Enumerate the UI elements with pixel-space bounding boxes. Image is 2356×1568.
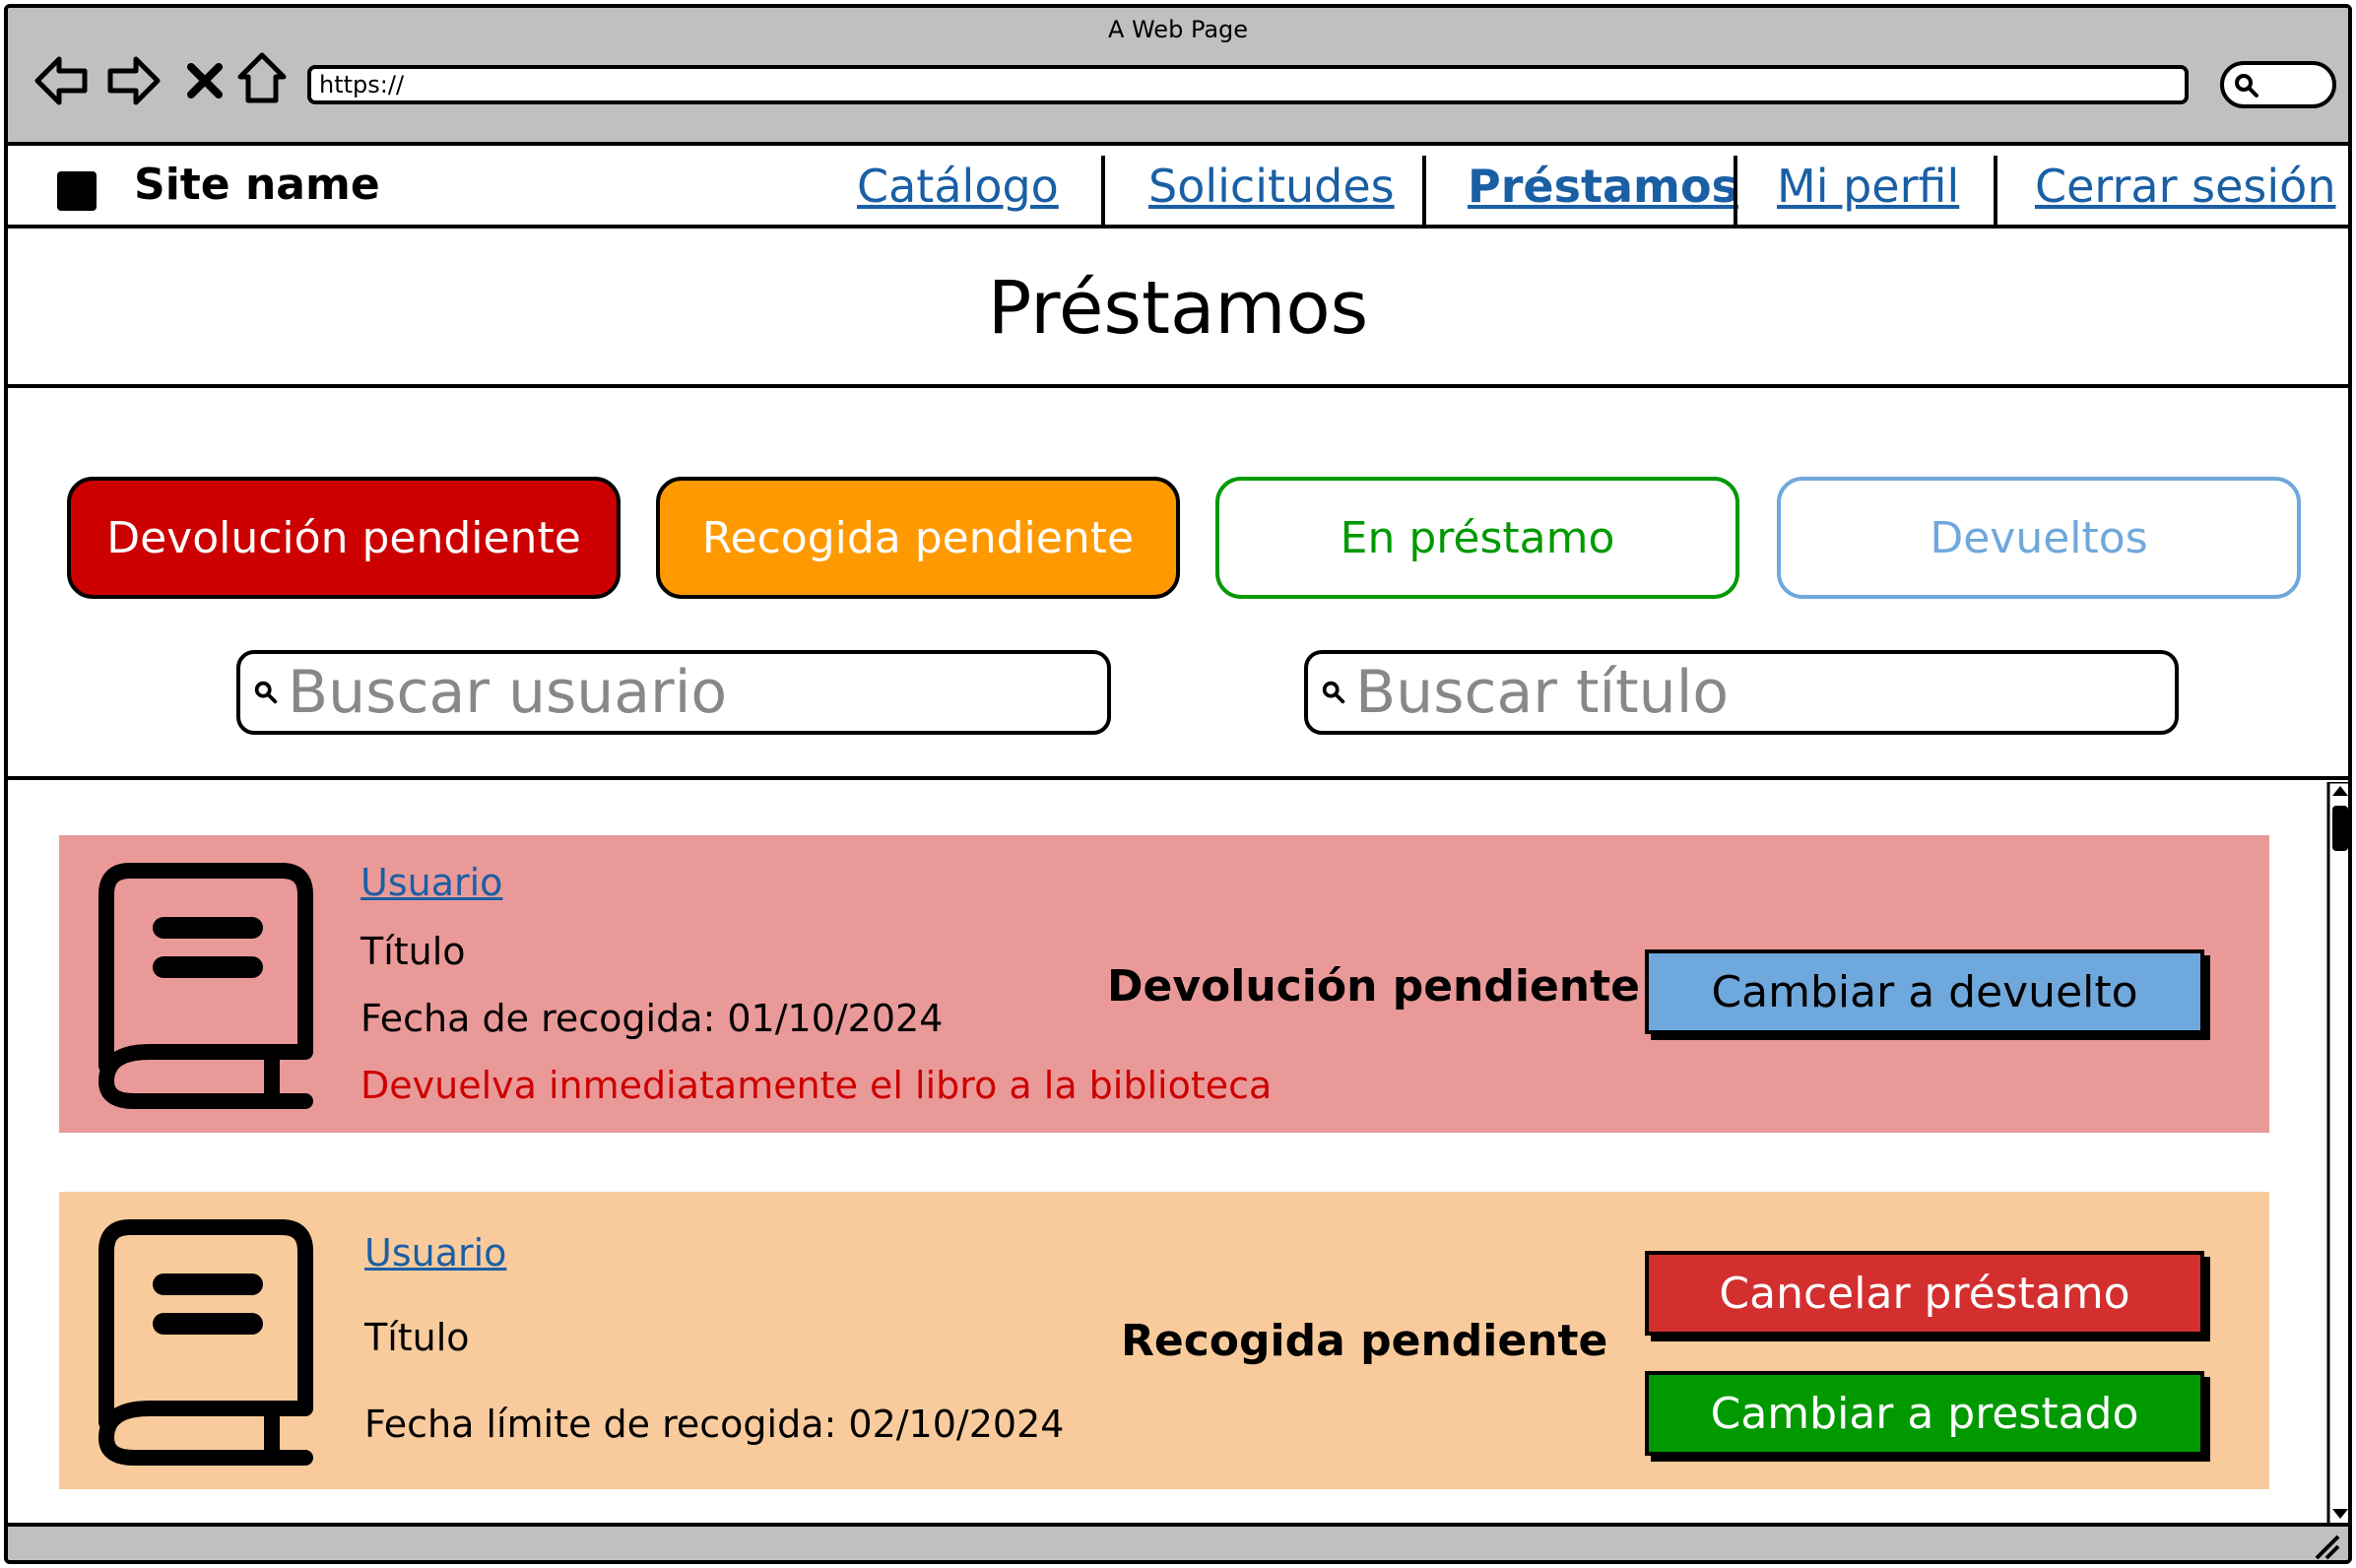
nav-separator xyxy=(1994,156,1997,225)
search-icon xyxy=(254,681,278,704)
nav-separator xyxy=(1734,156,1737,225)
cancel-loan-button[interactable]: Cancelar préstamo xyxy=(1645,1251,2204,1336)
nav-link-solicitudes[interactable]: Solicitudes xyxy=(1148,160,1395,213)
loan-warning: Devuelva inmediatamente el libro a la bi… xyxy=(360,1064,1273,1107)
loan-user-link[interactable]: Usuario xyxy=(360,861,502,904)
section-divider xyxy=(8,776,2348,780)
browser-search-field[interactable] xyxy=(2220,61,2336,108)
browser-statusbar xyxy=(8,1523,2348,1562)
address-bar[interactable]: https:// xyxy=(307,65,2189,104)
loan-title: Título xyxy=(360,930,466,973)
close-icon[interactable] xyxy=(177,53,232,108)
search-title-input[interactable]: Buscar título xyxy=(1304,650,2179,735)
filter-recogida-pendiente[interactable]: Recogida pendiente xyxy=(656,477,1180,599)
browser-window: A Web Page https:// Site name Catálogo S… xyxy=(4,4,2352,1564)
change-to-returned-button[interactable]: Cambiar a devuelto xyxy=(1645,949,2204,1034)
forward-arrow-icon[interactable] xyxy=(106,53,162,108)
search-user-placeholder: Buscar usuario xyxy=(288,658,728,727)
vertical-scrollbar[interactable] xyxy=(2326,780,2348,1527)
filter-devolucion-pendiente[interactable]: Devolución pendiente xyxy=(67,477,621,599)
loan-status: Devolución pendiente xyxy=(1107,961,1640,1012)
search-title-placeholder: Buscar título xyxy=(1355,658,1730,727)
book-icon xyxy=(98,863,313,1109)
loan-user-link[interactable]: Usuario xyxy=(364,1231,506,1274)
nav-link-cerrar-sesion[interactable]: Cerrar sesión xyxy=(2035,160,2335,213)
search-user-input[interactable]: Buscar usuario xyxy=(236,650,1111,735)
page-title: Préstamos xyxy=(8,229,2348,388)
loan-card: Usuario Título Fecha de recogida: 01/10/… xyxy=(59,835,2269,1133)
search-icon xyxy=(2235,74,2258,98)
loan-title: Título xyxy=(364,1316,470,1359)
resize-grip-icon[interactable] xyxy=(2313,1533,2342,1562)
site-name: Site name xyxy=(134,160,380,210)
loan-date: Fecha de recogida: 01/10/2024 xyxy=(360,997,944,1040)
nav-separator xyxy=(1422,156,1426,225)
site-header: Site name Catálogo Solicitudes Préstamos… xyxy=(8,146,2348,229)
browser-titlebar: A Web Page https:// xyxy=(8,8,2348,146)
back-arrow-icon[interactable] xyxy=(33,53,89,108)
window-title: A Web Page xyxy=(1107,16,1249,43)
nav-link-catalogo[interactable]: Catálogo xyxy=(857,160,1059,213)
loan-card: Usuario Título Fecha límite de recogida:… xyxy=(59,1192,2269,1489)
nav-link-mi-perfil[interactable]: Mi perfil xyxy=(1777,160,1959,213)
change-to-borrowed-button[interactable]: Cambiar a prestado xyxy=(1645,1371,2204,1456)
home-icon[interactable] xyxy=(234,49,290,104)
nav-separator xyxy=(1101,156,1105,225)
filter-devueltos[interactable]: Devueltos xyxy=(1777,477,2301,599)
book-icon xyxy=(98,1219,313,1466)
search-icon xyxy=(1322,681,1345,704)
filter-en-prestamo[interactable]: En préstamo xyxy=(1215,477,1739,599)
site-logo xyxy=(57,171,97,211)
loan-date: Fecha límite de recogida: 02/10/2024 xyxy=(364,1403,1065,1446)
nav-link-prestamos[interactable]: Préstamos xyxy=(1468,160,1738,213)
loan-status: Recogida pendiente xyxy=(1121,1316,1608,1366)
